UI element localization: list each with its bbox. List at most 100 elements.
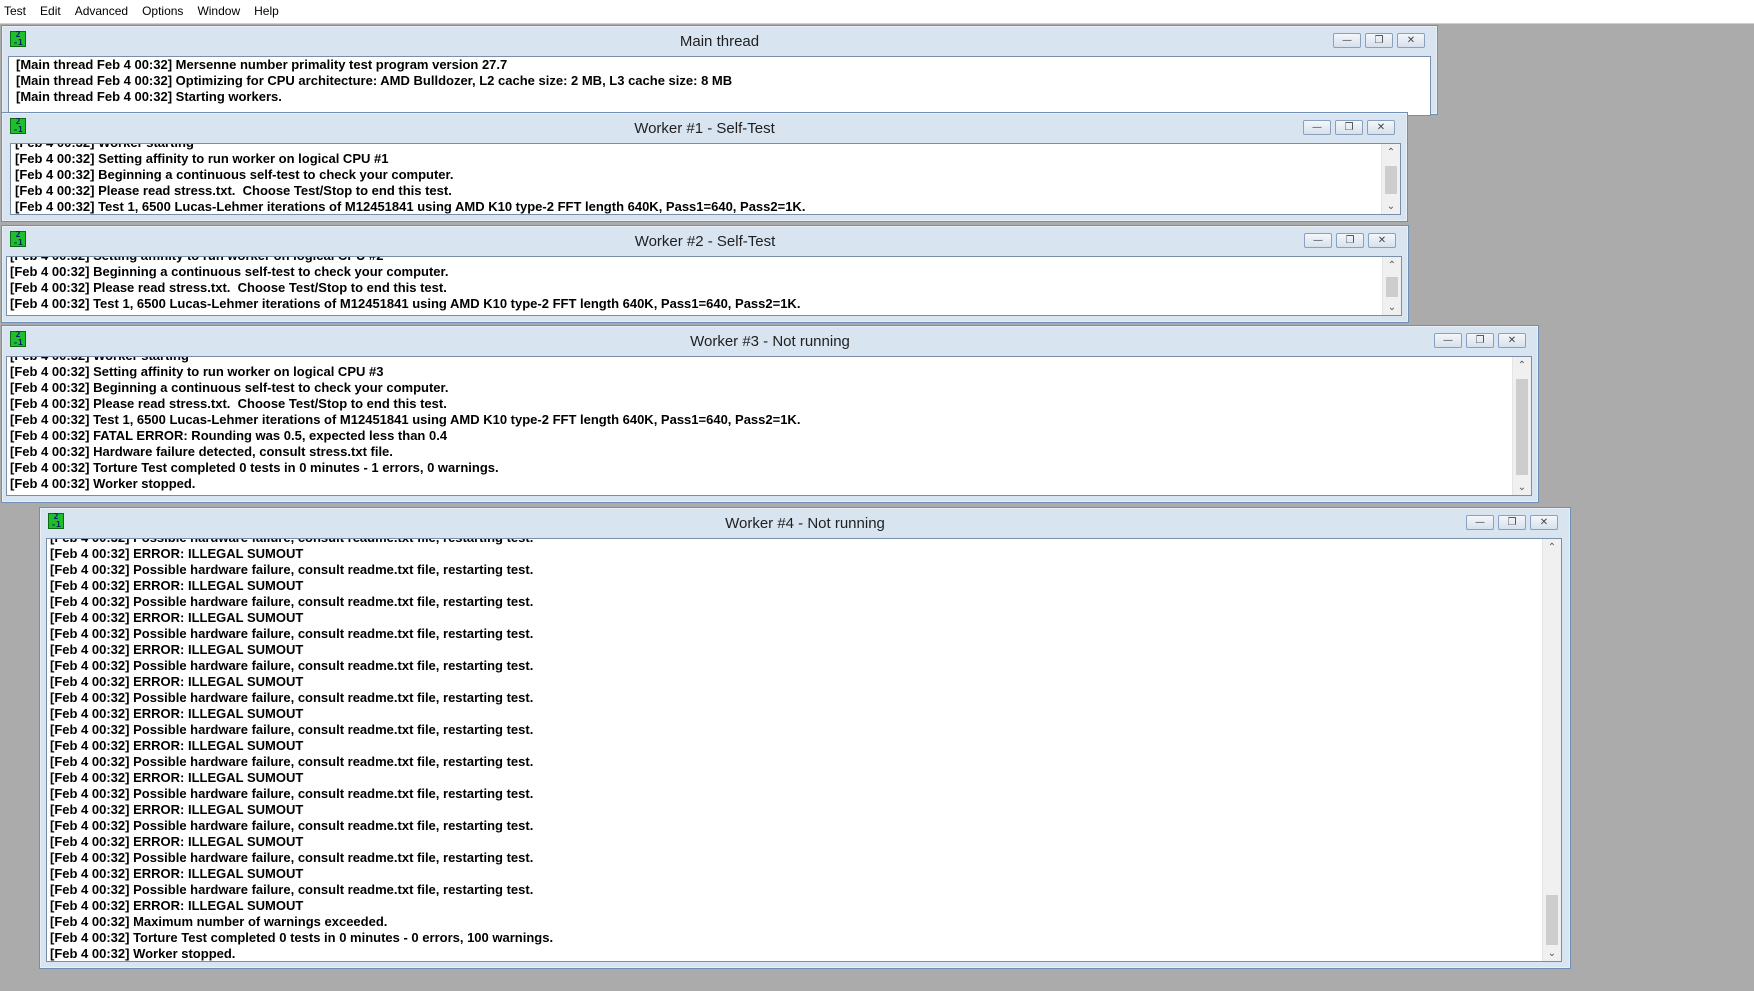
log-area[interactable]: [Feb 4 00:32] Worker starting[Feb 4 00:3… [10,143,1401,215]
minimize-button[interactable]: — [1333,33,1361,48]
scroll-thumb[interactable] [1516,379,1528,475]
log-area[interactable]: [Main thread Feb 4 00:32] Mersenne numbe… [8,56,1431,116]
log-line: [Feb 4 00:32] ERROR: ILLEGAL SUMOUT [50,674,304,689]
log-line: [Feb 4 00:32] ERROR: ILLEGAL SUMOUT [50,706,304,721]
log-line: [Feb 4 00:32] Possible hardware failure,… [50,850,534,865]
log-line: [Feb 4 00:32] Test 1, 6500 Lucas-Lehmer … [10,412,801,427]
close-button[interactable]: ✕ [1397,33,1425,48]
log-line: [Feb 4 00:32] Worker starting [10,357,1507,364]
close-icon: ✕ [1406,34,1416,46]
main-thread-window[interactable]: 2 -1 Main thread — ❐ ✕ [Main thread Feb … [1,25,1438,116]
vertical-scrollbar[interactable]: ⌃ ⌄ [1382,257,1401,315]
scroll-thumb[interactable] [1385,166,1397,194]
log-area[interactable]: [Feb 4 00:32] Setting affinity to run wo… [6,256,1402,316]
restore-button[interactable]: ❐ [1335,120,1363,135]
log-line: [Feb 4 00:32] Setting affinity to run wo… [15,151,389,166]
minimize-button[interactable]: — [1466,515,1494,530]
minimize-icon: — [1443,334,1453,346]
worker-2-window[interactable]: 2 -1 Worker #2 - Self-Test — ❐ ✕ [Feb 4 … [1,225,1409,323]
log-line: [Feb 4 00:32] Hardware failure detected,… [10,444,393,459]
worker-4-window[interactable]: 2 -1 Worker #4 - Not running — ❐ ✕ [Feb … [39,507,1571,969]
scroll-down-arrow-icon[interactable]: ⌄ [1543,945,1561,961]
log-line: [Feb 4 00:32] Possible hardware failure,… [50,722,534,737]
scroll-up-arrow-icon[interactable]: ⌃ [1543,539,1561,555]
log-line: [Feb 4 00:32] Setting affinity to run wo… [10,257,1377,264]
title-bar[interactable]: 2 -1 Worker #2 - Self-Test — ❐ ✕ [2,226,1408,254]
vertical-scrollbar[interactable]: ⌃ ⌄ [1512,357,1531,495]
log-line: [Feb 4 00:32] Please read stress.txt. Ch… [10,280,447,295]
log-line: [Feb 4 00:32] Possible hardware failure,… [50,562,534,577]
scroll-down-arrow-icon[interactable]: ⌄ [1513,479,1531,495]
close-button[interactable]: ✕ [1498,333,1526,348]
log-line: [Feb 4 00:32] ERROR: ILLEGAL SUMOUT [50,898,304,913]
menu-advanced[interactable]: Advanced [69,0,136,23]
log-line: [Feb 4 00:32] Test 1, 6500 Lucas-Lehmer … [10,296,801,311]
scroll-down-arrow-icon[interactable]: ⌄ [1383,299,1401,315]
log-line: [Feb 4 00:32] ERROR: ILLEGAL SUMOUT [50,546,304,561]
scroll-down-arrow-icon[interactable]: ⌄ [1382,198,1400,214]
title-bar[interactable]: 2 -1 Worker #1 - Self-Test — ❐ ✕ [2,113,1407,141]
restore-button[interactable]: ❐ [1466,333,1494,348]
log-area[interactable]: [Feb 4 00:32] Worker starting[Feb 4 00:3… [6,356,1532,496]
log-line: [Feb 4 00:32] Beginning a continuous sel… [10,380,449,395]
scroll-up-arrow-icon[interactable]: ⌃ [1383,257,1401,273]
worker-1-window[interactable]: 2 -1 Worker #1 - Self-Test — ❐ ✕ [Feb 4 … [1,112,1408,222]
vertical-scrollbar[interactable]: ⌃ ⌄ [1381,144,1400,214]
prime95-app-icon[interactable]: 2 -1 [10,231,26,247]
close-button[interactable]: ✕ [1530,515,1558,530]
window-title: Main thread [679,32,760,50]
menu-window[interactable]: Window [191,0,248,23]
window-title: Worker #3 - Not running [690,332,850,350]
scroll-up-arrow-icon[interactable]: ⌃ [1513,357,1531,373]
log-line: [Feb 4 00:32] Possible hardware failure,… [50,658,534,673]
title-bar[interactable]: 2 -1 Worker #3 - Not running — ❐ ✕ [2,326,1538,354]
menu-help[interactable]: Help [248,0,287,23]
title-bar[interactable]: 2 -1 Main thread — ❐ ✕ [2,26,1437,54]
log-line: [Feb 4 00:32] ERROR: ILLEGAL SUMOUT [50,738,304,753]
close-button[interactable]: ✕ [1367,120,1395,135]
log-line: [Feb 4 00:32] Torture Test completed 0 t… [50,930,554,945]
log-line: [Feb 4 00:32] Worker stopped. [10,476,196,491]
close-button[interactable]: ✕ [1368,233,1396,248]
window-title: Worker #4 - Not running [725,514,885,532]
log-line: [Feb 4 00:32] Possible hardware failure,… [50,786,534,801]
prime95-app-icon[interactable]: 2 -1 [10,331,26,347]
scroll-thumb[interactable] [1386,277,1398,297]
menu-test[interactable]: Test [0,0,34,23]
restore-button[interactable]: ❐ [1365,33,1393,48]
prime95-app-icon[interactable]: 2 -1 [48,513,64,529]
log-line: [Feb 4 00:32] Setting affinity to run wo… [10,364,384,379]
close-icon: ✕ [1377,234,1387,246]
restore-icon: ❐ [1344,121,1354,133]
menu-bar: Test Edit Advanced Options Window Help [0,0,1754,24]
vertical-scrollbar[interactable]: ⌃ ⌄ [1542,539,1561,961]
scroll-up-arrow-icon[interactable]: ⌃ [1382,144,1400,160]
menu-edit[interactable]: Edit [34,0,69,23]
log-line: [Feb 4 00:32] ERROR: ILLEGAL SUMOUT [50,834,304,849]
menu-options[interactable]: Options [136,0,191,23]
minimize-button[interactable]: — [1434,333,1462,348]
restore-button[interactable]: ❐ [1336,233,1364,248]
worker-3-window[interactable]: 2 -1 Worker #3 - Not running — ❐ ✕ [Feb … [1,325,1539,503]
scroll-thumb[interactable] [1546,895,1558,945]
log-line: [Feb 4 00:32] ERROR: ILLEGAL SUMOUT [50,642,304,657]
minimize-button[interactable]: — [1303,120,1331,135]
restore-button[interactable]: ❐ [1498,515,1526,530]
title-bar[interactable]: 2 -1 Worker #4 - Not running — ❐ ✕ [40,508,1570,536]
close-icon: ✕ [1539,516,1549,528]
minimize-icon: — [1475,516,1485,528]
minimize-button[interactable]: — [1304,233,1332,248]
log-line: [Feb 4 00:32] Possible hardware failure,… [50,539,1537,546]
window-title: Worker #2 - Self-Test [634,232,776,250]
restore-icon: ❐ [1475,334,1485,346]
log-line: [Feb 4 00:32] Worker starting [15,144,1376,151]
prime95-app-icon[interactable]: 2 -1 [10,118,26,134]
prime95-app-icon[interactable]: 2 -1 [10,31,26,47]
log-line: [Feb 4 00:32] Maximum number of warnings… [50,914,388,929]
log-line: [Feb 4 00:32] Please read stress.txt. Ch… [15,183,452,198]
log-line: [Feb 4 00:32] Beginning a continuous sel… [10,264,449,279]
restore-icon: ❐ [1345,234,1355,246]
restore-icon: ❐ [1507,516,1517,528]
log-area[interactable]: [Feb 4 00:32] Possible hardware failure,… [46,538,1562,962]
log-line: [Feb 4 00:32] ERROR: ILLEGAL SUMOUT [50,610,304,625]
